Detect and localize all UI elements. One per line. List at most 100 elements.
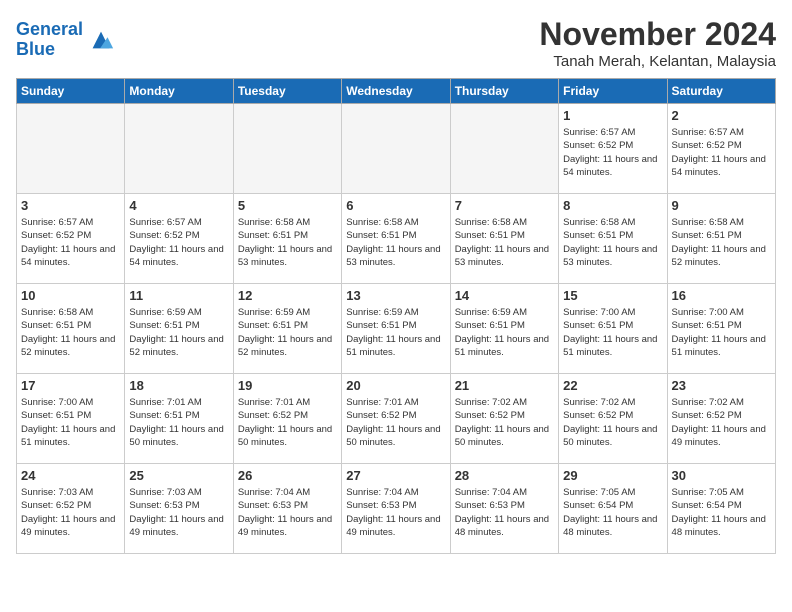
cell-info: Sunrise: 7:02 AM Sunset: 6:52 PM Dayligh… [563,396,662,449]
calendar-cell: 1 Sunrise: 6:57 AM Sunset: 6:52 PM Daylig… [559,104,667,194]
weekday-header-sunday: Sunday [17,79,125,104]
calendar-cell: 15Sunrise: 7:00 AM Sunset: 6:51 PM Dayli… [559,284,667,374]
calendar-cell: 14Sunrise: 6:59 AM Sunset: 6:51 PM Dayli… [450,284,558,374]
cell-info: Sunrise: 6:57 AM Sunset: 6:52 PM Dayligh… [672,126,771,179]
cell-info: Sunrise: 7:00 AM Sunset: 6:51 PM Dayligh… [21,396,120,449]
calendar-cell: 11 Sunrise: 6:59 AM Sunset: 6:51 PM Dayli… [125,284,233,374]
cell-info: Sunrise: 6:58 AM Sunset: 6:51 PM Dayligh… [563,216,662,269]
cell-info: Sunrise: 6:58 AM Sunset: 6:51 PM Dayligh… [346,216,445,269]
cell-info: Sunrise: 6:58 AM Sunset: 6:51 PM Dayligh… [455,216,554,269]
weekday-header-tuesday: Tuesday [233,79,341,104]
day-number: 30 [672,468,771,483]
calendar-cell: 7 Sunrise: 6:58 AM Sunset: 6:51 PM Daylig… [450,194,558,284]
weekday-header-monday: Monday [125,79,233,104]
calendar-cell [342,104,450,194]
calendar-cell: 6 Sunrise: 6:58 AM Sunset: 6:51 PM Daylig… [342,194,450,284]
cell-info: Sunrise: 6:58 AM Sunset: 6:51 PM Dayligh… [21,306,120,359]
cell-info: Sunrise: 6:58 AM Sunset: 6:51 PM Dayligh… [238,216,337,269]
calendar-cell: 25 Sunrise: 7:03 AM Sunset: 6:53 PM Dayli… [125,464,233,554]
calendar-cell: 5Sunrise: 6:58 AM Sunset: 6:51 PM Daylig… [233,194,341,284]
day-number: 29 [563,468,662,483]
calendar-cell: 19 Sunrise: 7:01 AM Sunset: 6:52 PM Dayli… [233,374,341,464]
calendar-cell: 17 Sunrise: 7:00 AM Sunset: 6:51 PM Dayli… [17,374,125,464]
calendar-cell: 22 Sunrise: 7:02 AM Sunset: 6:52 PM Dayli… [559,374,667,464]
location-title: Tanah Merah, Kelantan, Malaysia [539,53,776,70]
day-number: 19 [238,378,337,393]
calendar-cell [450,104,558,194]
calendar-table: SundayMondayTuesdayWednesdayThursdayFrid… [16,78,776,554]
day-number: 16 [672,288,771,303]
calendar-cell [233,104,341,194]
title-block: November 2024 Tanah Merah, Kelantan, Mal… [539,16,776,70]
day-number: 26 [238,468,337,483]
cell-info: Sunrise: 7:03 AM Sunset: 6:53 PM Dayligh… [129,486,228,539]
logo-blue-text: Blue [16,39,55,59]
logo-text: General [16,20,83,40]
cell-info: Sunrise: 7:01 AM Sunset: 6:52 PM Dayligh… [238,396,337,449]
day-number: 15 [563,288,662,303]
logo-icon [87,26,115,54]
calendar-cell: 16 Sunrise: 7:00 AM Sunset: 6:51 PM Dayli… [667,284,775,374]
day-number: 8 [563,198,662,213]
day-number: 21 [455,378,554,393]
day-number: 1 [563,108,662,123]
day-number: 24 [21,468,120,483]
weekday-header-wednesday: Wednesday [342,79,450,104]
cell-info: Sunrise: 7:01 AM Sunset: 6:51 PM Dayligh… [129,396,228,449]
cell-info: Sunrise: 7:03 AM Sunset: 6:52 PM Dayligh… [21,486,120,539]
calendar-cell: 4 Sunrise: 6:57 AM Sunset: 6:52 PM Daylig… [125,194,233,284]
day-number: 6 [346,198,445,213]
cell-info: Sunrise: 7:04 AM Sunset: 6:53 PM Dayligh… [455,486,554,539]
calendar-cell: 27Sunrise: 7:04 AM Sunset: 6:53 PM Dayli… [342,464,450,554]
day-number: 25 [129,468,228,483]
calendar-cell: 28 Sunrise: 7:04 AM Sunset: 6:53 PM Dayli… [450,464,558,554]
day-number: 11 [129,288,228,303]
calendar-cell: 24 Sunrise: 7:03 AM Sunset: 6:52 PM Dayli… [17,464,125,554]
calendar-cell: 3 Sunrise: 6:57 AM Sunset: 6:52 PM Daylig… [17,194,125,284]
day-number: 22 [563,378,662,393]
cell-info: Sunrise: 6:57 AM Sunset: 6:52 PM Dayligh… [563,126,662,179]
day-number: 17 [21,378,120,393]
cell-info: Sunrise: 7:00 AM Sunset: 6:51 PM Dayligh… [672,306,771,359]
cell-info: Sunrise: 7:02 AM Sunset: 6:52 PM Dayligh… [455,396,554,449]
day-number: 12 [238,288,337,303]
calendar-cell [17,104,125,194]
calendar-cell: 18 Sunrise: 7:01 AM Sunset: 6:51 PM Dayli… [125,374,233,464]
cell-info: Sunrise: 7:05 AM Sunset: 6:54 PM Dayligh… [672,486,771,539]
cell-info: Sunrise: 7:04 AM Sunset: 6:53 PM Dayligh… [346,486,445,539]
day-number: 18 [129,378,228,393]
cell-info: Sunrise: 7:01 AM Sunset: 6:52 PM Dayligh… [346,396,445,449]
calendar-cell: 12Sunrise: 6:59 AM Sunset: 6:51 PM Dayli… [233,284,341,374]
calendar-cell [125,104,233,194]
logo-general: General [16,19,83,39]
page-header: General Blue November 2024 Tanah Merah, … [16,16,776,70]
cell-info: Sunrise: 6:57 AM Sunset: 6:52 PM Dayligh… [129,216,228,269]
logo: General Blue [16,20,115,60]
day-number: 2 [672,108,771,123]
cell-info: Sunrise: 6:57 AM Sunset: 6:52 PM Dayligh… [21,216,120,269]
calendar-cell: 29 Sunrise: 7:05 AM Sunset: 6:54 PM Dayli… [559,464,667,554]
cell-info: Sunrise: 6:58 AM Sunset: 6:51 PM Dayligh… [672,216,771,269]
calendar-cell: 2 Sunrise: 6:57 AM Sunset: 6:52 PM Daylig… [667,104,775,194]
cell-info: Sunrise: 7:04 AM Sunset: 6:53 PM Dayligh… [238,486,337,539]
day-number: 7 [455,198,554,213]
cell-info: Sunrise: 7:02 AM Sunset: 6:52 PM Dayligh… [672,396,771,449]
day-number: 13 [346,288,445,303]
logo-blue: Blue [16,40,83,60]
day-number: 14 [455,288,554,303]
day-number: 4 [129,198,228,213]
day-number: 9 [672,198,771,213]
cell-info: Sunrise: 6:59 AM Sunset: 6:51 PM Dayligh… [129,306,228,359]
day-number: 3 [21,198,120,213]
calendar-cell: 8 Sunrise: 6:58 AM Sunset: 6:51 PM Daylig… [559,194,667,284]
cell-info: Sunrise: 6:59 AM Sunset: 6:51 PM Dayligh… [346,306,445,359]
cell-info: Sunrise: 7:05 AM Sunset: 6:54 PM Dayligh… [563,486,662,539]
day-number: 23 [672,378,771,393]
calendar-cell: 9 Sunrise: 6:58 AM Sunset: 6:51 PM Daylig… [667,194,775,284]
day-number: 10 [21,288,120,303]
day-number: 28 [455,468,554,483]
weekday-header-thursday: Thursday [450,79,558,104]
calendar-cell: 23 Sunrise: 7:02 AM Sunset: 6:52 PM Dayli… [667,374,775,464]
weekday-header-friday: Friday [559,79,667,104]
calendar-cell: 21 Sunrise: 7:02 AM Sunset: 6:52 PM Dayli… [450,374,558,464]
